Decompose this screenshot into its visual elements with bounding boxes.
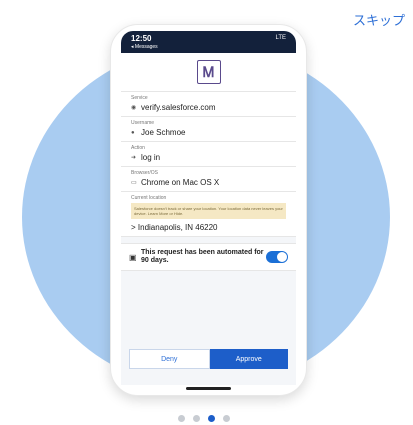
status-time: 12:50 bbox=[131, 34, 152, 43]
page-dot[interactable] bbox=[178, 415, 185, 422]
field-label: Username bbox=[131, 120, 155, 126]
action-buttons: Deny Approve bbox=[129, 349, 288, 369]
phone-mockup: 12:50 ◂ Messages LTE Ꮇ Service ◉ verify.s… bbox=[110, 24, 307, 396]
status-signal: LTE bbox=[275, 35, 286, 41]
app-screen: Ꮇ Service ◉ verify.salesforce.com Usernam… bbox=[121, 53, 296, 385]
field-username: Username ● Joe Schmoe bbox=[121, 117, 296, 142]
field-label: Service bbox=[131, 95, 148, 101]
back-to-messages[interactable]: ◂ Messages bbox=[131, 44, 158, 50]
skip-link[interactable]: スキップ bbox=[353, 10, 405, 29]
field-browser: Browser/OS ▭ Chrome on Mac OS X bbox=[121, 167, 296, 192]
person-icon: ● bbox=[131, 129, 135, 136]
location-value[interactable]: > Indianapolis, IN 46220 bbox=[131, 223, 286, 232]
field-location: Current location Salesforce doesn't trac… bbox=[121, 192, 296, 237]
automated-text: This request has been automated for 90 d… bbox=[141, 249, 264, 264]
status-bar: 12:50 ◂ Messages LTE bbox=[121, 31, 296, 53]
automated-row: ▣ This request has been automated for 90… bbox=[121, 243, 296, 271]
page-dot[interactable] bbox=[193, 415, 200, 422]
monitor-icon: ▭ bbox=[131, 180, 137, 186]
pagination-dots bbox=[178, 415, 230, 422]
location-warning: Salesforce doesn't track or share your l… bbox=[131, 203, 286, 219]
toggle-knob bbox=[277, 252, 287, 262]
deny-button[interactable]: Deny bbox=[129, 349, 210, 369]
field-value: Chrome on Mac OS X bbox=[141, 178, 220, 187]
field-value: Joe Schmoe bbox=[141, 128, 186, 137]
page-dot-active[interactable] bbox=[208, 415, 215, 422]
home-indicator bbox=[186, 387, 231, 390]
app-logo-icon: Ꮇ bbox=[196, 60, 221, 84]
app-header: Ꮇ bbox=[121, 53, 296, 92]
automate-toggle[interactable] bbox=[266, 251, 288, 263]
globe-icon: ◉ bbox=[131, 105, 137, 111]
calendar-icon: ▣ bbox=[129, 252, 137, 262]
field-value: log in bbox=[141, 153, 161, 162]
field-label: Browser/OS bbox=[131, 170, 158, 176]
field-value: verify.salesforce.com bbox=[141, 103, 216, 112]
field-service: Service ◉ verify.salesforce.com bbox=[121, 92, 296, 117]
field-label: Action bbox=[131, 145, 145, 151]
arrow-icon: ➜ bbox=[131, 155, 137, 161]
page-dot[interactable] bbox=[223, 415, 230, 422]
approve-button[interactable]: Approve bbox=[209, 349, 288, 369]
field-action: Action ➜ log in bbox=[121, 142, 296, 167]
field-label: Current location bbox=[131, 195, 167, 201]
